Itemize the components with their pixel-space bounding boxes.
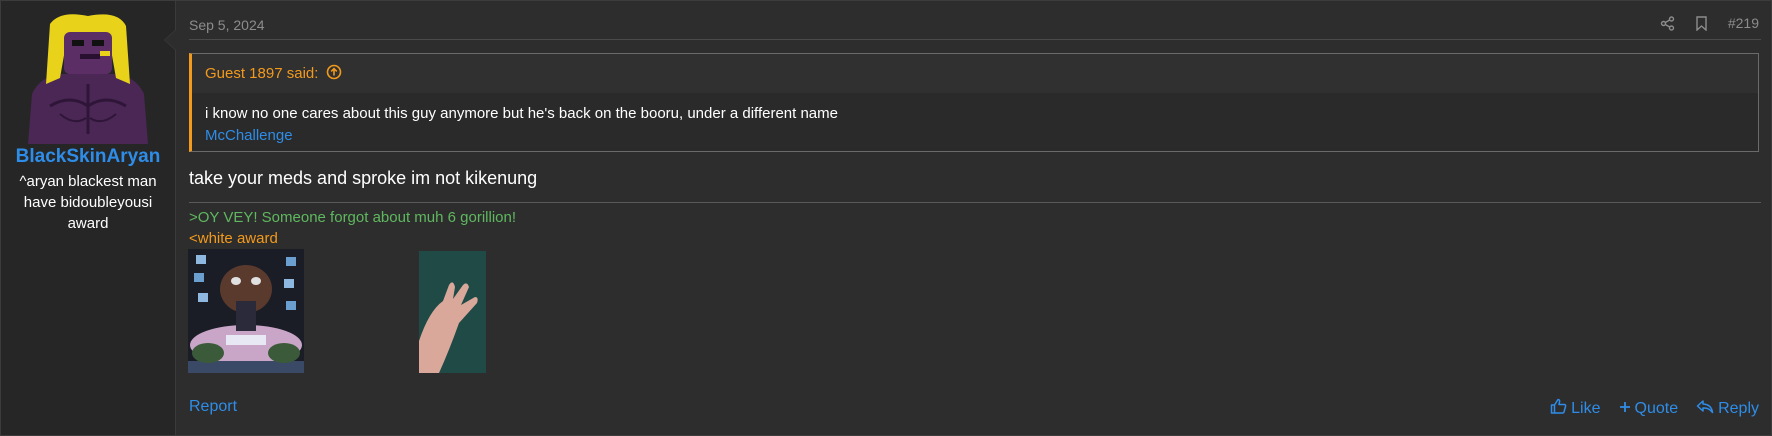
reply-label: Reply	[1718, 399, 1759, 417]
signature-line: <white award	[189, 230, 278, 247]
like-button[interactable]: Like	[1550, 398, 1601, 419]
quote-link[interactable]: McChallenge	[205, 125, 1745, 147]
signature-greentext: >OY VEY! Someone forgot about muh 6 gori…	[189, 209, 517, 226]
post-date[interactable]: Sep 5, 2024	[189, 17, 265, 33]
share-icon[interactable]	[1660, 15, 1675, 31]
post-actions: Like Quote Reply	[1550, 398, 1759, 419]
like-label: Like	[1571, 399, 1601, 417]
report-link[interactable]: Report	[189, 398, 237, 416]
reply-button[interactable]: Reply	[1696, 398, 1759, 419]
post-number[interactable]: #219	[1728, 15, 1759, 31]
post-tools: #219	[1660, 15, 1759, 31]
arrow-up-circle-icon[interactable]	[326, 64, 342, 84]
forum-post: BlackSkinAryan ^aryan blackest man have …	[0, 0, 1772, 436]
quote-author[interactable]: Guest 1897 said:	[205, 65, 318, 82]
quote-label: Quote	[1634, 399, 1679, 417]
post-message: take your meds and sproke im not kikenun…	[189, 168, 538, 188]
quote-header[interactable]: Guest 1897 said:	[192, 54, 1758, 93]
quote-body: i know no one cares about this guy anymo…	[192, 93, 1758, 147]
quote-button[interactable]: Quote	[1619, 398, 1679, 419]
quote-block: Guest 1897 said: i know no one cares abo…	[189, 53, 1759, 152]
user-title: ^aryan blackest man have bidoubleyousi a…	[19, 173, 157, 232]
plus-icon	[1619, 400, 1631, 418]
user-sidebar: BlackSkinAryan ^aryan blackest man have …	[1, 1, 176, 435]
signature-divider	[189, 202, 1761, 203]
reply-arrow-icon	[1696, 399, 1714, 419]
thumbs-up-icon	[1550, 398, 1567, 419]
signature-image-collage[interactable]	[188, 249, 304, 373]
avatar[interactable]	[20, 14, 156, 144]
header-divider	[189, 39, 1761, 40]
quote-text: i know no one cares about this guy anymo…	[205, 105, 838, 122]
bookmark-icon[interactable]	[1695, 15, 1708, 31]
username[interactable]: BlackSkinAryan	[1, 146, 175, 168]
signature-image-hand[interactable]	[419, 251, 486, 373]
sidebar-pointer	[164, 29, 176, 51]
